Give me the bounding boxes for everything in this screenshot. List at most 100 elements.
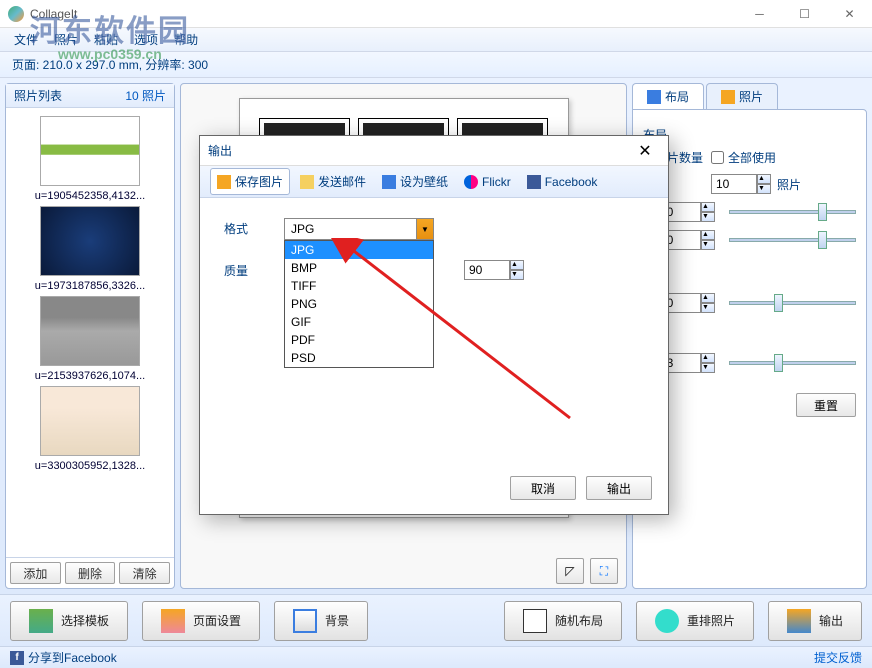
background-button[interactable]: 背景 [274, 601, 368, 641]
reset-button[interactable]: 重置 [796, 393, 856, 417]
output-dialog: 输出 ✕ 保存图片 发送邮件 设为壁纸 Flickr Facebook 格式 J… [199, 135, 669, 515]
button-label: 背景 [325, 612, 349, 629]
fit-tool-button[interactable]: ⛶ [590, 558, 618, 584]
thumbnail[interactable] [40, 296, 140, 366]
rotate-slider[interactable] [729, 301, 856, 305]
button-label: 选择模板 [61, 612, 109, 629]
quality-input[interactable] [464, 260, 510, 280]
dialog-close-button[interactable]: ✕ [630, 138, 660, 164]
background-icon [293, 609, 317, 633]
app-title: CollageIt [30, 7, 737, 21]
label-format: 格式 [224, 218, 284, 237]
tab-photo[interactable]: 照片 [706, 83, 778, 109]
tab-label: 照片 [739, 88, 763, 105]
spinner-up[interactable]: ▲ [757, 174, 771, 184]
photo-list[interactable]: u=1905452358,4132... u=1973187856,3326..… [6, 108, 174, 557]
combo-value[interactable]: JPG [284, 218, 434, 240]
spinner-down[interactable]: ▼ [701, 363, 715, 373]
tab-label: 布局 [665, 88, 689, 105]
tab-layout[interactable]: 布局 [632, 83, 704, 109]
list-item[interactable]: u=1973187856,3326... [10, 206, 170, 292]
wallpaper-icon [382, 175, 396, 189]
maximize-button[interactable]: ☐ [782, 0, 827, 28]
menu-options[interactable]: 选项 [126, 29, 166, 50]
crop-tool-button[interactable]: ◸ [556, 558, 584, 584]
menu-file[interactable]: 文件 [6, 29, 46, 50]
tab-facebook[interactable]: Facebook [521, 171, 604, 193]
combo-item[interactable]: PNG [285, 295, 433, 313]
spinner-down[interactable]: ▼ [757, 184, 771, 194]
tab-wallpaper[interactable]: 设为壁纸 [376, 169, 454, 194]
spinner-down[interactable]: ▼ [701, 303, 715, 313]
menu-help[interactable]: 帮助 [166, 29, 206, 50]
photo-count-input[interactable] [711, 174, 757, 194]
random-layout-button[interactable]: 随机布局 [504, 601, 622, 641]
spinner-up[interactable]: ▲ [701, 202, 715, 212]
spinner-up[interactable]: ▲ [701, 230, 715, 240]
button-label: 页面设置 [193, 612, 241, 629]
spinner-down[interactable]: ▼ [701, 212, 715, 222]
spinner-down[interactable]: ▼ [701, 240, 715, 250]
spacing-slider[interactable] [729, 210, 856, 214]
thumbnail[interactable] [40, 206, 140, 276]
tab-label: Facebook [545, 175, 598, 189]
combo-dropdown-button[interactable]: ▼ [416, 218, 434, 240]
group-layout-title: 布局 [643, 126, 856, 143]
page-setup-button[interactable]: 页面设置 [142, 601, 260, 641]
button-label: 输出 [819, 612, 843, 629]
menu-photo[interactable]: 照片 [46, 29, 86, 50]
button-label: 重排照片 [687, 612, 735, 629]
tab-flickr[interactable]: Flickr [458, 171, 517, 193]
clear-button[interactable]: 清除 [119, 562, 170, 584]
list-item[interactable]: u=3300305952,1328... [10, 386, 170, 472]
tab-label: 发送邮件 [318, 173, 366, 190]
spinner-down[interactable]: ▼ [510, 270, 524, 280]
flickr-icon [464, 175, 478, 189]
tab-label: 保存图片 [235, 173, 283, 190]
use-all-checkbox[interactable] [711, 151, 724, 164]
photo-caption: u=2153937626,1074... [10, 370, 170, 382]
dialog-title: 输出 [208, 142, 630, 159]
spinner-up[interactable]: ▲ [701, 293, 715, 303]
output-button[interactable]: 输出 [586, 476, 652, 500]
photo-caption: u=3300305952,1328... [10, 460, 170, 472]
feedback-link[interactable]: 提交反馈 [814, 649, 862, 666]
tab-send-mail[interactable]: 发送邮件 [294, 169, 372, 194]
layout-icon [647, 90, 661, 104]
value5-slider[interactable] [729, 361, 856, 365]
page-info: 页面: 210.0 x 297.0 mm, 分辨率: 300 [12, 56, 208, 73]
combo-item[interactable]: GIF [285, 313, 433, 331]
add-button[interactable]: 添加 [10, 562, 61, 584]
template-icon [29, 609, 53, 633]
combo-item[interactable]: TIFF [285, 277, 433, 295]
thumbnail[interactable] [40, 386, 140, 456]
combo-item[interactable]: JPG [285, 241, 433, 259]
tab-label: 设为壁纸 [400, 173, 448, 190]
close-button[interactable]: ✕ [827, 0, 872, 28]
photo-caption: u=1905452358,4132... [10, 190, 170, 202]
facebook-icon [527, 175, 541, 189]
photo-icon [721, 90, 735, 104]
share-facebook-link[interactable]: 分享到Facebook [28, 649, 117, 666]
menu-paste[interactable]: 粘贴 [86, 29, 126, 50]
rearrange-button[interactable]: 重排照片 [636, 601, 754, 641]
combo-item[interactable]: BMP [285, 259, 433, 277]
facebook-icon: f [10, 651, 24, 665]
cancel-button[interactable]: 取消 [510, 476, 576, 500]
delete-button[interactable]: 删除 [65, 562, 116, 584]
format-combobox[interactable]: JPG ▼ JPG BMP TIFF PNG GIF PDF PSD [284, 218, 434, 240]
output-button[interactable]: 输出 [768, 601, 862, 641]
minimize-button[interactable]: ─ [737, 0, 782, 28]
list-item[interactable]: u=2153937626,1074... [10, 296, 170, 382]
info-bar: 页面: 210.0 x 297.0 mm, 分辨率: 300 [0, 52, 872, 78]
tab-save-image[interactable]: 保存图片 [210, 168, 290, 195]
combo-item[interactable]: PDF [285, 331, 433, 349]
margin-slider[interactable] [729, 238, 856, 242]
label-use-all: 全部使用 [728, 149, 776, 166]
spinner-up[interactable]: ▲ [701, 353, 715, 363]
select-template-button[interactable]: 选择模板 [10, 601, 128, 641]
spinner-up[interactable]: ▲ [510, 260, 524, 270]
list-item[interactable]: u=1905452358,4132... [10, 116, 170, 202]
thumbnail[interactable] [40, 116, 140, 186]
combo-item[interactable]: PSD [285, 349, 433, 367]
